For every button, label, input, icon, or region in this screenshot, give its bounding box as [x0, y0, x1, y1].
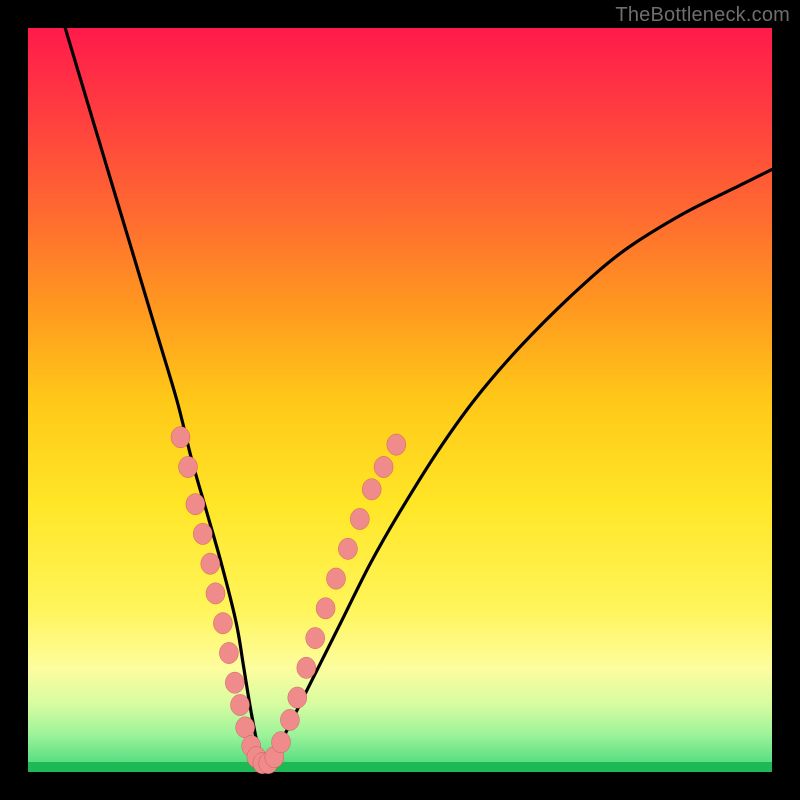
highlight-dot: [350, 508, 369, 529]
watermark-text: TheBottleneck.com: [615, 4, 790, 27]
highlight-dot: [186, 494, 205, 515]
highlight-dot: [179, 456, 198, 477]
chart-plot-area: [28, 28, 772, 772]
highlight-dot: [316, 598, 335, 619]
highlight-dot: [306, 627, 325, 648]
bottleneck-curve: [65, 28, 772, 772]
highlight-dot: [201, 553, 220, 574]
highlight-dot: [171, 427, 190, 448]
highlight-dot: [272, 732, 291, 753]
highlight-dot: [338, 538, 357, 559]
highlight-dot: [297, 657, 316, 678]
highlight-dot: [280, 709, 299, 730]
highlight-dot: [213, 613, 232, 634]
highlight-dot: [225, 672, 244, 693]
highlight-dot: [236, 717, 255, 738]
highlight-dot: [327, 568, 346, 589]
highlight-dot: [219, 642, 238, 663]
highlight-dots-group: [171, 427, 406, 774]
highlight-dot: [362, 479, 381, 500]
chart-frame: TheBottleneck.com: [0, 0, 800, 800]
chart-svg: [28, 28, 772, 772]
highlight-dot: [387, 434, 406, 455]
highlight-dot: [206, 583, 225, 604]
highlight-dot: [231, 694, 250, 715]
highlight-dot: [374, 456, 393, 477]
highlight-dot: [288, 687, 307, 708]
highlight-dot: [193, 523, 212, 544]
